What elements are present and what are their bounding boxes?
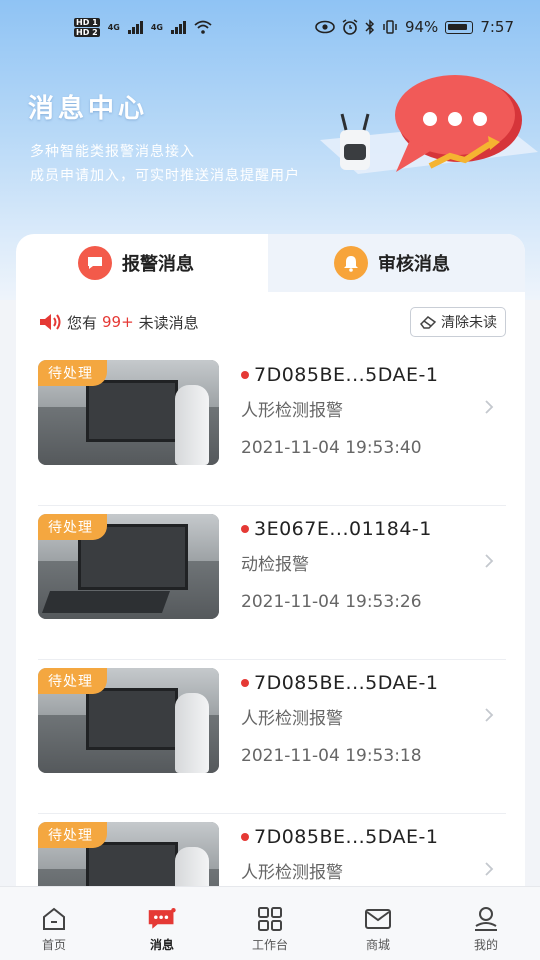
nav-mall[interactable]: 商城 [328,905,428,953]
status-badge: 待处理 [38,822,107,848]
alarm-type: 动检报警 [241,555,309,575]
header-subtitle: 成员申请加入，可实时推送消息提醒用户 [30,168,300,184]
nav-messages[interactable]: 消息 [112,905,212,953]
page-title: 消息中心 [28,94,149,124]
hd2-indicator: HD 2 [74,27,100,37]
alarm-time: 2021-11-04 19:53:26 [241,592,422,612]
alarm-time: 2021-11-04 19:53:18 [241,746,422,766]
tab-label: 审核消息 [378,254,450,275]
chevron-right-icon [485,862,494,876]
device-id: 3E067E...01184-1 [254,518,432,540]
signal-icon [127,20,143,34]
tab-alarm-messages[interactable]: 报警消息 [78,234,194,292]
status-bar: HD 1 HD 2 4G 4G 94% 7:57 [0,0,540,54]
bluetooth-icon [365,19,375,35]
vibrate-icon [383,20,397,34]
header-subtitle: 多种智能类报警消息接入 [30,144,195,160]
speaker-icon [40,314,61,330]
message-illustration [320,75,538,174]
home-icon [39,905,69,933]
nav-profile[interactable]: 我的 [436,905,536,953]
message-list: 待处理 7D085BE...5DAE-1 人形检测报警 2021-11-04 1… [38,352,506,960]
alarm-type: 人形检测报警 [241,863,343,883]
tab-bar: 报警消息 审核消息 [16,234,525,292]
snapshot-thumbnail: 待处理 [38,514,219,619]
message-icon [147,905,177,933]
grid-icon [255,905,285,933]
device-id: 7D085BE...5DAE-1 [254,364,439,386]
nav-home[interactable]: 首页 [4,905,104,953]
unread-dot [241,679,249,687]
chevron-right-icon [485,554,494,568]
status-badge: 待处理 [38,360,107,386]
device-id: 7D085BE...5DAE-1 [254,826,439,848]
unread-dot [241,833,249,841]
signal-icon [170,20,186,34]
network-type-2: 4G [150,22,163,32]
chevron-right-icon [485,708,494,722]
list-item[interactable]: 待处理 7D085BE...5DAE-1 人形检测报警 2021-11-04 1… [38,352,506,506]
status-badge: 待处理 [38,668,107,694]
battery-icon [445,20,474,34]
tab-audit-messages[interactable]: 审核消息 [334,234,450,292]
eraser-icon [420,316,437,329]
nav-label: 我的 [473,938,498,952]
profile-icon [471,905,501,933]
unread-suffix: 未读消息 [138,313,199,332]
alarm-time: 2021-11-04 19:53:40 [241,438,422,458]
nav-label: 商城 [365,938,390,952]
alarm-clock-icon [342,19,358,35]
wifi-icon [194,20,212,34]
network-type-1: 4G [107,22,120,32]
nav-label: 消息 [149,938,174,952]
nav-label: 工作台 [251,938,288,952]
bottom-navigation: 首页 消息 工作台 商城 我的 [0,886,540,960]
clear-unread-button[interactable]: 清除未读 [410,307,506,337]
status-badge: 待处理 [38,514,107,540]
battery-percent: 94% [404,18,439,36]
tab-label: 报警消息 [122,254,194,275]
list-item[interactable]: 待处理 3E067E...01184-1 动检报警 2021-11-04 19:… [38,506,506,660]
bell-icon [334,246,368,280]
unread-dot [241,371,249,379]
unread-summary: 您有 99+ 未读消息 清除未读 [38,306,506,338]
mail-icon [363,905,393,933]
unread-count: 99+ [102,313,134,331]
snapshot-thumbnail: 待处理 [38,360,219,465]
chevron-right-icon [485,400,494,414]
hd1-indicator: HD 1 [74,17,100,27]
device-id: 7D085BE...5DAE-1 [254,672,439,694]
clear-unread-label: 清除未读 [441,315,497,331]
alarm-type: 人形检测报警 [241,709,343,729]
message-card: 报警消息 审核消息 您有 99+ 未读消息 清除未读 待处理 7D085BE...5… [16,234,525,960]
alarm-type: 人形检测报警 [241,401,343,421]
unread-prefix: 您有 [67,313,98,332]
nav-label: 首页 [41,938,66,952]
chat-alert-icon [78,246,112,280]
clock-time: 7:57 [480,18,514,36]
list-item[interactable]: 待处理 7D085BE...5DAE-1 人形检测报警 2021-11-04 1… [38,660,506,814]
unread-dot [241,525,249,533]
snapshot-thumbnail: 待处理 [38,668,219,773]
eye-icon [315,20,335,34]
nav-workbench[interactable]: 工作台 [220,905,320,953]
